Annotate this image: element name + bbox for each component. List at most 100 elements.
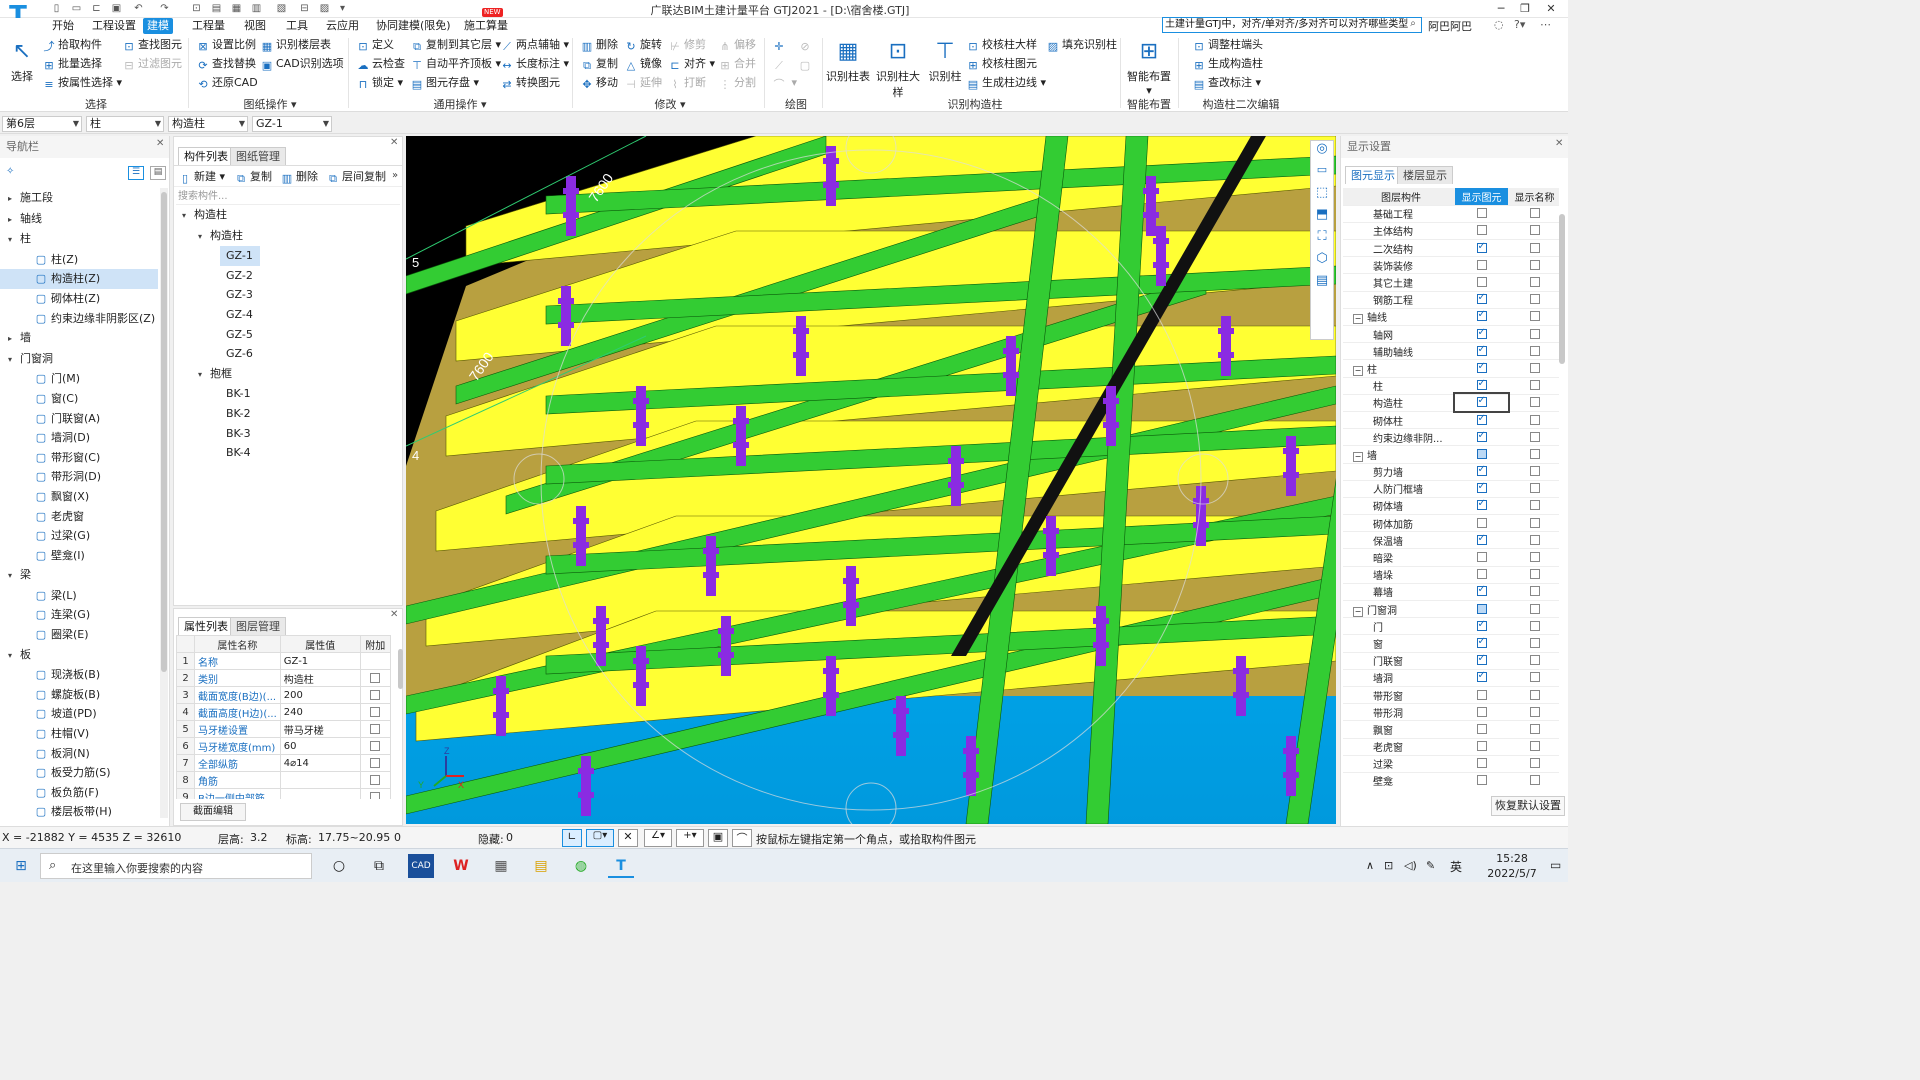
show-element-checkbox[interactable] [1476, 670, 1487, 683]
nav-group[interactable]: ▾ 板 [0, 645, 158, 666]
display-row[interactable]: 构造柱 [1343, 392, 1559, 414]
show-name-checkbox[interactable] [1529, 225, 1540, 236]
show-element-checkbox[interactable] [1476, 225, 1487, 236]
show-name-checkbox[interactable] [1529, 723, 1540, 734]
column-tooth[interactable] [593, 642, 609, 648]
ortho-toggle-icon[interactable]: ∟ [562, 829, 582, 847]
open-icon[interactable]: ⊏ [90, 2, 103, 15]
display-row[interactable]: 墙垛 [1343, 566, 1559, 584]
break-button[interactable]: ⌇ 打断 [668, 74, 706, 92]
display-row[interactable]: 过梁 [1343, 755, 1559, 773]
search-icon[interactable]: ⌕ [1406, 18, 1420, 32]
pick-component-button[interactable]: ⤴ 拾取构件 [42, 36, 103, 54]
chevron-icon[interactable]: ▾ [198, 227, 210, 247]
display-row[interactable]: − 门窗洞 [1343, 600, 1559, 619]
display-row[interactable]: 门 [1343, 617, 1559, 636]
constructional-column[interactable] [581, 756, 591, 816]
display-row[interactable]: − 轴线 [1343, 308, 1559, 327]
show-element-checkbox[interactable] [1476, 723, 1487, 734]
column-tooth[interactable] [1233, 668, 1249, 674]
column-tooth[interactable] [963, 772, 979, 778]
show-name-checkbox[interactable] [1529, 277, 1540, 288]
auto-flush-top-button[interactable]: ⊤ 自动平齐顶板 ▾ [410, 55, 501, 73]
new-component-button[interactable]: ▯ 新建 ▾ [178, 168, 225, 186]
nav-item[interactable]: ▢ 板受力筋(S) [0, 763, 158, 783]
angle-toggle-icon[interactable]: ∠▾ [644, 829, 672, 847]
nav-item[interactable]: ▢ 坡道(PD) [0, 704, 158, 724]
component-select[interactable]: GZ-1 ▼ [252, 116, 332, 132]
smart-layout-button[interactable]: ⊞ 智能布置 ▾ [1126, 38, 1172, 97]
3d-viewport[interactable]: 5 4 7600 7600 Z X Y [406, 136, 1336, 824]
show-name-checkbox[interactable] [1529, 311, 1540, 322]
close-icon[interactable]: ✕ [1540, 1, 1562, 16]
show-name-checkbox[interactable] [1529, 775, 1540, 786]
show-name-checkbox[interactable] [1529, 534, 1540, 545]
show-name-checkbox[interactable] [1529, 758, 1540, 769]
tab-element-display[interactable]: 图元显示 [1345, 166, 1401, 184]
restore-cad-button[interactable]: ⟲ 还原CAD [196, 74, 257, 92]
property-row[interactable]: 3 截面宽度(B边)(... 200 [176, 686, 391, 704]
close-icon[interactable]: ✕ [156, 138, 164, 149]
display-row[interactable]: 钢筋工程 [1343, 291, 1559, 309]
column-tooth[interactable] [493, 712, 509, 718]
component-tree-item[interactable]: GZ-1 [220, 246, 260, 266]
column-tooth[interactable] [793, 352, 809, 358]
chevron-icon[interactable]: ▾ [8, 646, 20, 666]
show-element-checkbox[interactable] [1476, 741, 1487, 752]
chevron-icon[interactable]: ▸ [8, 329, 20, 349]
column-tooth[interactable] [578, 792, 594, 798]
display-row[interactable]: − 柱 [1343, 359, 1559, 378]
column-tooth[interactable] [823, 182, 839, 188]
nav-item[interactable]: ▢ 门(M) [0, 369, 158, 389]
property-value[interactable]: 带马牙槎 [279, 720, 361, 738]
offset-button[interactable]: ⋔ 偏移 [718, 36, 756, 54]
property-value[interactable] [279, 788, 361, 799]
column-tooth[interactable] [1043, 528, 1059, 534]
network-icon[interactable]: ⊡ [1384, 859, 1393, 872]
ime-indicator[interactable]: 英 [1450, 858, 1462, 875]
constructional-column[interactable] [896, 696, 906, 756]
column-tooth[interactable] [823, 692, 839, 698]
column-tooth[interactable] [633, 658, 649, 664]
column-tooth[interactable] [893, 732, 909, 738]
component-tree-item[interactable]: BK-1 [182, 384, 392, 404]
constructional-column[interactable] [636, 386, 646, 446]
column-tooth[interactable] [718, 652, 734, 658]
column-tooth[interactable] [1093, 618, 1109, 624]
column-tooth[interactable] [563, 212, 579, 218]
3d-scene[interactable]: 5 4 7600 7600 Z X Y [406, 136, 1336, 824]
save-icon[interactable]: ▣ [110, 2, 123, 15]
constructional-column[interactable] [826, 146, 836, 206]
merge-button[interactable]: ⊞ 合并 [718, 55, 756, 73]
component-tree-item[interactable]: BK-2 [182, 404, 392, 424]
column-tooth[interactable] [703, 572, 719, 578]
nav-item[interactable]: ▢ 螺旋板(B) [0, 685, 158, 705]
column-tooth[interactable] [558, 298, 574, 304]
constructional-column[interactable] [1006, 336, 1016, 396]
find-replace-button[interactable]: ⟳ 查找替换 [196, 55, 256, 73]
help-search-input[interactable]: 土建计量GTJ中，对齐/单对齐/多对齐可以对齐哪些类型 [1162, 17, 1422, 33]
nav-item[interactable]: ▢ 构造柱(Z) [0, 269, 158, 289]
display-row[interactable]: 飘窗 [1343, 720, 1559, 739]
undo-icon[interactable]: ↶ [132, 2, 145, 15]
circle-draw-icon[interactable]: ⊘ [798, 36, 814, 54]
display-row[interactable]: 剪力墙 [1343, 463, 1559, 481]
check-column-detail-button[interactable]: ⊡ 校核柱大样 [966, 36, 1037, 54]
nav-group[interactable]: ▾ 柱 [0, 229, 158, 250]
show-name-checkbox[interactable] [1529, 242, 1540, 253]
show-element-checkbox[interactable] [1476, 636, 1487, 648]
tab-floor-display[interactable]: 楼层显示 [1397, 166, 1453, 184]
more-icon[interactable]: ⋯ [1540, 18, 1551, 31]
nav-item[interactable]: ▢ 楼层板带(H) [0, 802, 158, 822]
property-value[interactable]: GZ-1 [279, 652, 361, 670]
nav-item[interactable]: ▢ 板洞(N) [0, 744, 158, 764]
constructional-column[interactable] [846, 566, 856, 626]
column-tooth[interactable] [793, 328, 809, 334]
more-icon[interactable]: » [392, 170, 398, 181]
cortana-icon[interactable]: ○ [326, 854, 352, 878]
notification-icon[interactable]: ▭ [1550, 858, 1561, 872]
windows-start-icon[interactable]: ⊞ [8, 854, 34, 878]
menu-tools[interactable]: 工具 [282, 18, 312, 34]
column-tooth[interactable] [1283, 772, 1299, 778]
display-row[interactable]: 墙洞 [1343, 669, 1559, 687]
